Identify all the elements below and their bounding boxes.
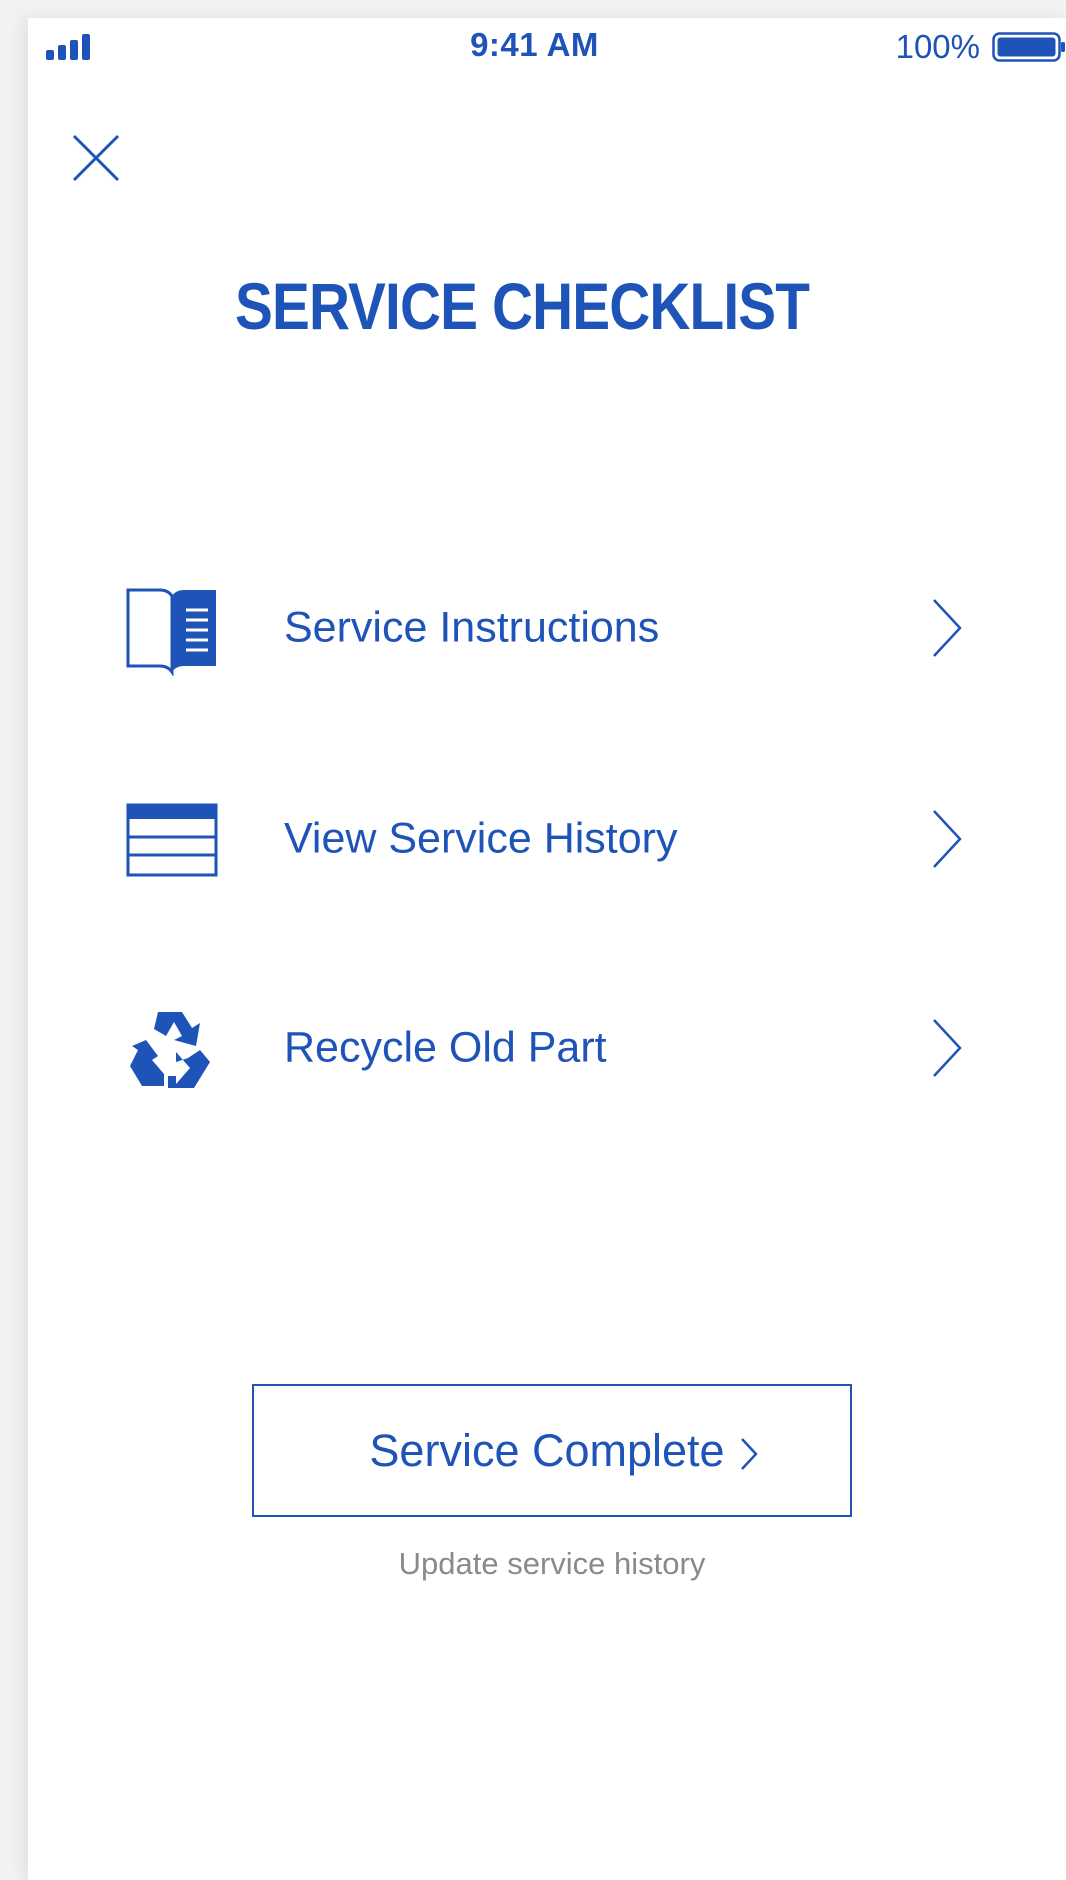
service-complete-label: Service Complete	[369, 1424, 725, 1476]
recycle-icon	[130, 1012, 210, 1088]
page-title: SERVICE CHECKLIST	[234, 269, 810, 343]
menu-item-label: View Service History	[284, 814, 678, 863]
close-icon[interactable]	[68, 130, 124, 186]
chevron-right-icon	[933, 599, 962, 657]
service-complete-button[interactable]: Service Complete	[252, 1384, 852, 1517]
menu-item-label: Recycle Old Part	[284, 1023, 607, 1072]
menu-item-label: Service Instructions	[284, 603, 660, 652]
menu-item-view-service-history[interactable]: View Service History	[124, 784, 1004, 894]
chevron-right-icon	[740, 1437, 758, 1470]
battery-percent: 100%	[895, 28, 980, 65]
menu-item-recycle-old-part[interactable]: Recycle Old Part	[124, 993, 1004, 1103]
status-bar: 9:41 AM 100%	[28, 18, 1066, 78]
menu-item-service-instructions[interactable]: Service Instructions	[124, 573, 1004, 683]
table-icon	[126, 803, 218, 877]
book-icon	[126, 588, 216, 676]
phone-screen: 9:41 AM 100% SERVICE CHECKLIST Service I…	[28, 18, 1066, 1880]
chevron-right-icon	[933, 1019, 962, 1077]
chevron-right-icon	[933, 810, 962, 868]
battery-full-icon	[992, 32, 1065, 62]
update-history-hint: Update service history	[398, 1546, 706, 1581]
